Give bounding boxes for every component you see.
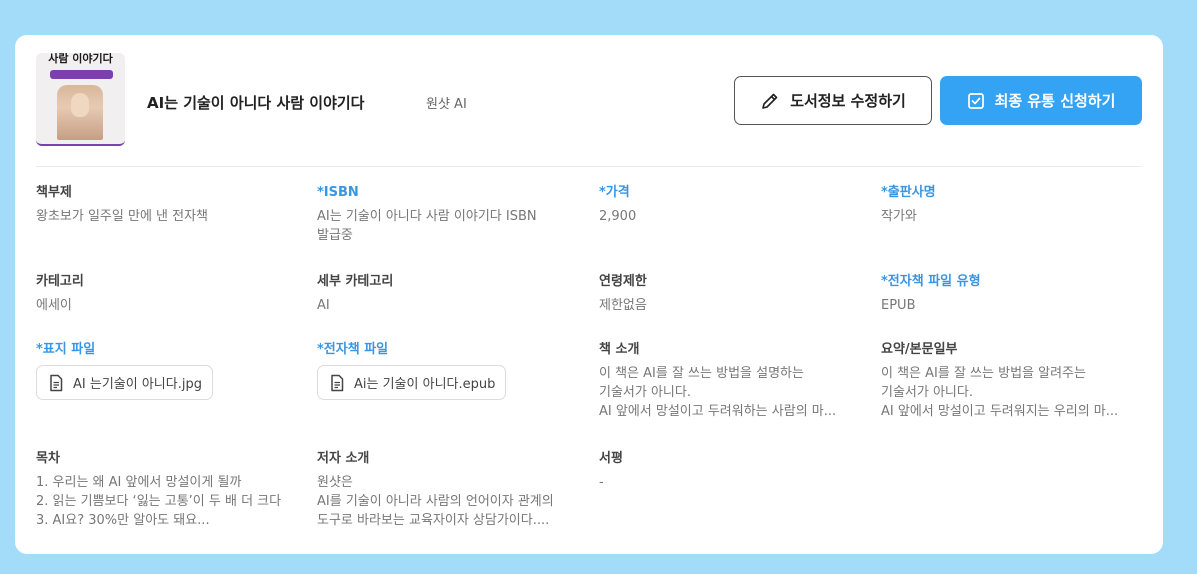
toc-line: 2. 읽는 기쁨보다 ‘잃는 고통’이 두 배 더 크다 (36, 494, 282, 509)
book-info-card: 사람 이야기다 AI는 기술이 아니다 사람 이야기다 원샷 AI 도서정보 수… (15, 35, 1163, 554)
field-value: 에세이 (36, 298, 72, 313)
author-intro-line: AI를 기술이 아니라 사람의 언어이자 관계의 도구로 바라보는 교육자이자 … (317, 494, 554, 528)
field-age-limit: 연령제한 제한없음 (599, 273, 849, 315)
cover-subtitle-band (50, 70, 113, 79)
field-value: - (599, 475, 604, 490)
field-label: *표지 파일 (36, 342, 96, 357)
field-subtitle: 책부제 왕초보가 일주일 만에 낸 전자책 (36, 184, 286, 226)
book-cover-thumbnail: 사람 이야기다 (36, 53, 125, 146)
field-value: AI는 기술이 아니다 사람 이야기다 ISBN 발급중 (317, 209, 537, 243)
field-value: 제한없음 (599, 298, 647, 313)
book-title: AI는 기술이 아니다 사람 이야기다 (147, 94, 365, 112)
toc-line: 1. 우리는 왜 AI 앞에서 망설이게 될까 (36, 475, 242, 490)
field-label: *출판사명 (881, 185, 936, 200)
field-author-intro: 저자 소개 원샷은 AI를 기술이 아니라 사람의 언어이자 관계의 도구로 바… (317, 450, 567, 530)
field-value: 2,900 (599, 209, 637, 224)
field-summary: 요약/본문일부 이 책은 AI를 잘 쓰는 방법을 알려주는 기술서가 아니다.… (881, 341, 1131, 421)
cover-file-name: AI 는기술이 아니다.jpg (73, 377, 202, 392)
field-ebook-type: *전자책 파일 유형 EPUB (881, 273, 1131, 315)
summary-line: 이 책은 AI를 잘 쓰는 방법을 알려주는 기술서가 아니다. (881, 366, 1086, 400)
field-subcategory: 세부 카테고리 AI (317, 273, 567, 315)
field-value: 원샷은 AI를 기술이 아니라 사람의 언어이자 관계의 도구로 바라보는 교육… (317, 473, 567, 530)
book-header: 사람 이야기다 AI는 기술이 아니다 사람 이야기다 원샷 AI 도서정보 수… (15, 35, 1163, 167)
field-label: 카테고리 (36, 274, 84, 289)
pencil-icon (762, 93, 778, 109)
field-label: 연령제한 (599, 274, 647, 289)
author-intro-line: 원샷은 (317, 475, 353, 490)
field-label: 책 소개 (599, 342, 640, 357)
summary-line: AI 앞에서 망설이고 두려워지는 우리의 마... (881, 404, 1119, 419)
field-label: 요약/본문일부 (881, 342, 958, 357)
submit-distribution-button[interactable]: 최종 유통 신청하기 (940, 76, 1142, 125)
field-label: *가격 (599, 185, 630, 200)
field-label: *전자책 파일 (317, 342, 389, 357)
toc-line: 3. AI요? 30%만 알아도 돼요... (36, 513, 210, 528)
field-value: 이 책은 AI를 잘 쓰는 방법을 알려주는 기술서가 아니다. AI 앞에서 … (881, 364, 1131, 421)
ebook-file-name: Ai는 기술이 아니다.epub (354, 377, 496, 392)
field-label: *전자책 파일 유형 (881, 274, 981, 289)
field-label: 목차 (36, 451, 60, 466)
field-label: 세부 카테고리 (317, 274, 394, 289)
field-review: 서평 - (599, 450, 849, 492)
cover-face (71, 93, 89, 117)
field-value: 왕초보가 일주일 만에 낸 전자책 (36, 209, 209, 224)
field-label: *ISBN (317, 185, 359, 200)
checkbox-icon (967, 92, 984, 109)
introduction-line: AI 앞에서 망설이고 두려워하는 사람의 마... (599, 404, 837, 419)
field-value: AI (317, 298, 330, 313)
field-ebook-file: *전자책 파일 Ai는 기술이 아니다.epub (317, 341, 567, 400)
field-value: EPUB (881, 298, 916, 313)
file-icon (331, 374, 344, 391)
book-author: 원샷 AI (426, 97, 467, 112)
field-toc: 목차 1. 우리는 왜 AI 앞에서 망설이게 될까 2. 읽는 기쁨보다 ‘잃… (36, 450, 296, 530)
field-isbn: *ISBN AI는 기술이 아니다 사람 이야기다 ISBN 발급중 (317, 184, 567, 245)
field-label: 책부제 (36, 185, 72, 200)
cover-file-chip[interactable]: AI 는기술이 아니다.jpg (36, 365, 213, 400)
header-divider (36, 166, 1142, 167)
introduction-line: 이 책은 AI를 잘 쓰는 방법을 설명하는 기술서가 아니다. (599, 366, 804, 400)
field-publisher: *출판사명 작가와 (881, 184, 1131, 226)
field-label: 서평 (599, 451, 623, 466)
field-introduction: 책 소개 이 책은 AI를 잘 쓰는 방법을 설명하는 기술서가 아니다. AI… (599, 341, 849, 421)
cover-title-text: 사람 이야기다 (48, 53, 113, 64)
field-category: 카테고리 에세이 (36, 273, 286, 315)
ebook-file-chip[interactable]: Ai는 기술이 아니다.epub (317, 365, 507, 400)
cover-portrait-image (57, 85, 103, 140)
field-price: *가격 2,900 (599, 184, 849, 226)
field-label: 저자 소개 (317, 451, 370, 466)
field-cover-file: *표지 파일 AI 는기술이 아니다.jpg (36, 341, 286, 400)
file-icon (50, 374, 63, 391)
edit-button-label: 도서정보 수정하기 (790, 92, 906, 110)
edit-book-info-button[interactable]: 도서정보 수정하기 (734, 76, 932, 125)
submit-button-label: 최종 유통 신청하기 (994, 92, 1116, 110)
field-value: 1. 우리는 왜 AI 앞에서 망설이게 될까 2. 읽는 기쁨보다 ‘잃는 고… (36, 473, 296, 530)
field-value: 이 책은 AI를 잘 쓰는 방법을 설명하는 기술서가 아니다. AI 앞에서 … (599, 364, 849, 421)
field-value: 작가와 (881, 209, 917, 224)
